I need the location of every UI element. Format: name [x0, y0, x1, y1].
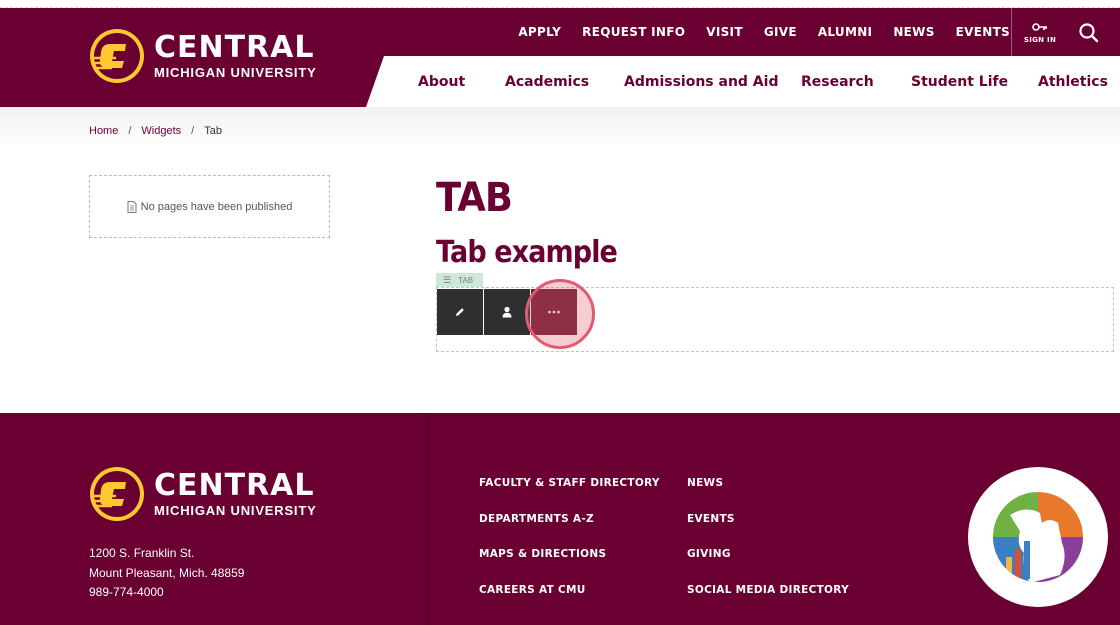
site-header: CENTRAL MICHIGAN UNIVERSITY APPLY REQUES… — [0, 8, 1120, 107]
breadcrumb: Home / Widgets / Tab — [89, 125, 222, 137]
permissions-button[interactable] — [484, 289, 530, 335]
footer-link-maps[interactable]: MAPS & DIRECTIONS — [479, 548, 606, 560]
nav-student-life[interactable]: Student Life — [911, 74, 1008, 90]
footer-divider — [427, 413, 428, 625]
nav-athletics[interactable]: Athletics — [1038, 74, 1108, 90]
document-icon — [127, 200, 137, 213]
nav-research[interactable]: Research — [801, 74, 874, 90]
footer-link-departments[interactable]: DEPARTMENTS A-Z — [479, 513, 594, 525]
main-nav: About Academics Admissions and Aid Resea… — [366, 56, 1120, 107]
footer-logo-text-central: CENTRAL — [154, 467, 315, 503]
click-indicator — [525, 279, 595, 349]
key-icon — [1032, 23, 1047, 31]
footer-link-giving[interactable]: GIVING — [687, 548, 731, 560]
util-alumni[interactable]: ALUMNI — [818, 25, 873, 39]
user-icon — [502, 306, 512, 318]
footer-address: 1200 S. Franklin St. Mount Pleasant, Mic… — [89, 544, 244, 603]
tab-widget-chip-label: TAB — [458, 275, 474, 285]
util-request-info[interactable]: REQUEST INFO — [582, 25, 685, 39]
footer-link-news[interactable]: NEWS — [687, 477, 723, 489]
footer-logo-text-mu: MICHIGAN UNIVERSITY — [154, 502, 317, 518]
empty-pages-message: No pages have been published — [140, 200, 293, 213]
pencil-icon — [456, 308, 464, 316]
util-news[interactable]: NEWS — [893, 25, 934, 39]
logo-text-central: CENTRAL — [154, 29, 315, 65]
util-visit[interactable]: VISIT — [706, 25, 743, 39]
footer-action-c-logo-icon — [90, 467, 144, 521]
address-phone: 989-774-4000 — [89, 585, 164, 599]
sign-in-label: SIGN IN — [1023, 36, 1057, 44]
top-border — [0, 0, 1120, 8]
search-icon[interactable] — [1076, 20, 1102, 46]
drag-handle-icon[interactable]: ☰ — [443, 275, 451, 286]
nav-admissions-and-aid[interactable]: Admissions and Aid — [624, 74, 778, 90]
logo-text-mu: MICHIGAN UNIVERSITY — [154, 64, 317, 80]
breadcrumb-home[interactable]: Home — [89, 125, 118, 137]
footer-link-directory[interactable]: FACULTY & STAFF DIRECTORY — [479, 477, 660, 489]
utility-nav: APPLY REQUEST INFO VISIT GIVE ALUMNI NEW… — [497, 8, 1010, 56]
utility-divider — [1011, 8, 1012, 56]
transparency-reporting-seal-icon[interactable]: TRANSPARENCY REPORTING BUDGET & SALARY/C… — [966, 465, 1110, 609]
footer-link-events[interactable]: EVENTS — [687, 513, 735, 525]
page-title: TAB — [436, 175, 513, 221]
site-footer: CENTRAL MICHIGAN UNIVERSITY 1200 S. Fran… — [0, 413, 1120, 625]
action-c-logo-icon — [90, 29, 144, 83]
nav-about[interactable]: About — [418, 74, 465, 90]
util-apply[interactable]: APPLY — [518, 25, 561, 39]
cmu-logo[interactable]: CENTRAL MICHIGAN UNIVERSITY — [88, 26, 338, 86]
section-title: Tab example — [436, 235, 618, 270]
side-navigation-empty: No pages have been published — [89, 175, 330, 238]
footer-link-careers[interactable]: CAREERS AT CMU — [479, 584, 586, 596]
breadcrumb-widgets[interactable]: Widgets — [141, 125, 181, 137]
address-street: 1200 S. Franklin St. — [89, 546, 195, 560]
util-events[interactable]: EVENTS — [956, 25, 1010, 39]
edit-button[interactable] — [437, 289, 483, 335]
breadcrumb-separator: / — [191, 125, 195, 137]
sign-in-button[interactable]: SIGN IN — [1018, 18, 1062, 48]
tab-widget-chip[interactable]: ☰ TAB — [436, 273, 483, 287]
breadcrumb-separator: / — [128, 125, 132, 137]
address-city: Mount Pleasant, Mich. 48859 — [89, 565, 245, 580]
breadcrumb-current: Tab — [204, 125, 222, 137]
footer-link-social-media[interactable]: SOCIAL MEDIA DIRECTORY — [687, 584, 849, 596]
footer-cmu-logo[interactable]: CENTRAL MICHIGAN UNIVERSITY — [88, 464, 338, 524]
util-give[interactable]: GIVE — [764, 25, 797, 39]
nav-academics[interactable]: Academics — [505, 74, 589, 90]
